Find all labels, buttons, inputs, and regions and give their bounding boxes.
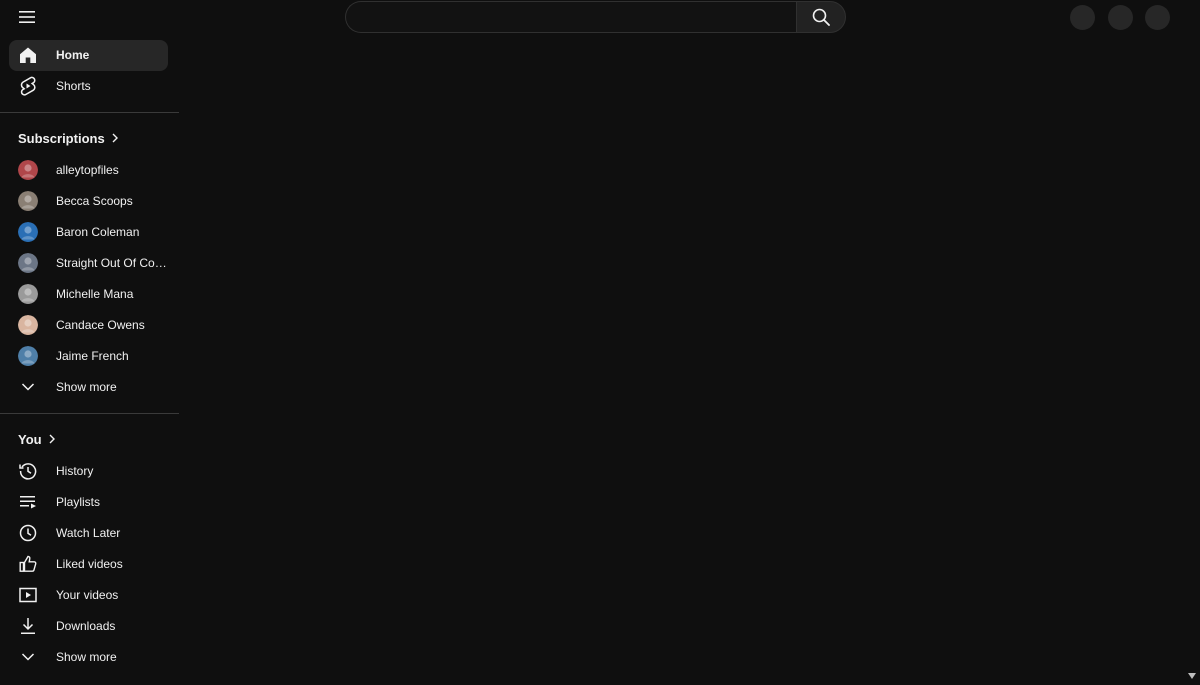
channel-avatar [18, 253, 38, 273]
sidebar-item-label: Becca Scoops [56, 186, 168, 217]
sidebar-item-label: Straight Out Of Con... [56, 248, 168, 279]
sidebar-item-home[interactable]: Home [9, 40, 168, 71]
search-button[interactable] [796, 1, 846, 33]
shorts-icon [18, 76, 38, 96]
channel-avatar [18, 160, 38, 180]
subscriptions-show-more[interactable]: Show more [9, 372, 168, 403]
sidebar-subscription-item[interactable]: Jaime French [9, 341, 168, 372]
search-input[interactable] [345, 1, 796, 33]
create-button[interactable] [1070, 5, 1095, 30]
sidebar-item-label: Shorts [56, 71, 168, 102]
chevron-right-icon [48, 434, 56, 444]
sidebar-item-playlists[interactable]: Playlists [9, 487, 168, 518]
like-icon [18, 554, 38, 574]
scroll-down-arrow[interactable] [1187, 667, 1197, 675]
chevron-down-icon [18, 377, 38, 397]
show-more-label: Show more [56, 642, 168, 673]
sidebar-item-label: Watch Later [56, 518, 168, 549]
sidebar-divider [0, 112, 179, 113]
sidebar-item-label: Your videos [56, 580, 168, 611]
hamburger-icon [19, 11, 35, 23]
download-icon [18, 616, 38, 636]
sidebar-subscription-item[interactable]: Candace Owens [9, 310, 168, 341]
sidebar-item-label: Downloads [56, 611, 168, 642]
sidebar-item-your-videos[interactable]: Your videos [9, 580, 168, 611]
playlists-icon [18, 492, 38, 512]
watch-later-icon [18, 523, 38, 543]
you-show-more[interactable]: Show more [9, 642, 168, 673]
sidebar-subscription-item[interactable]: Becca Scoops [9, 186, 168, 217]
sidebar-item-watch-later[interactable]: Watch Later [9, 518, 168, 549]
subscriptions-list: alleytopfilesBecca ScoopsBaron ColemanSt… [0, 155, 179, 372]
history-icon [18, 461, 38, 481]
sidebar-item-downloads[interactable]: Downloads [9, 611, 168, 642]
search-bar [345, 1, 846, 33]
sidebar-item-label: Playlists [56, 487, 168, 518]
section-title: You [18, 432, 42, 447]
sidebar-subscription-item[interactable]: Straight Out Of Con... [9, 248, 168, 279]
subscriptions-header[interactable]: Subscriptions [18, 123, 179, 153]
channel-avatar [18, 346, 38, 366]
channel-avatar [18, 191, 38, 211]
home-icon [18, 45, 38, 65]
sidebar-item-label: Candace Owens [56, 310, 168, 341]
chevron-right-icon [111, 133, 119, 143]
channel-avatar [18, 315, 38, 335]
search-icon [812, 8, 830, 26]
sidebar-item-label: alleytopfiles [56, 155, 168, 186]
sidebar-divider [0, 413, 179, 414]
sidebar-item-history[interactable]: History [9, 456, 168, 487]
sidebar-item-label: Home [56, 40, 168, 71]
sidebar-item-shorts[interactable]: Shorts [9, 71, 168, 102]
channel-avatar [18, 222, 38, 242]
top-bar [0, 0, 1200, 34]
section-title: Subscriptions [18, 131, 105, 146]
sidebar-item-liked-videos[interactable]: Liked videos [9, 549, 168, 580]
chevron-down-icon [18, 647, 38, 667]
sidebar-subscription-item[interactable]: Michelle Mana [9, 279, 168, 310]
channel-avatar [18, 284, 38, 304]
you-header[interactable]: You [18, 424, 179, 454]
sidebar-item-label: Michelle Mana [56, 279, 168, 310]
sidebar-item-label: Jaime French [56, 341, 168, 372]
sidebar: Home Shorts Subscriptions alleytopfilesB… [0, 40, 179, 677]
menu-button[interactable] [12, 4, 42, 30]
your-videos-icon [18, 585, 38, 605]
sidebar-subscription-item[interactable]: Baron Coleman [9, 217, 168, 248]
sidebar-item-label: Baron Coleman [56, 217, 168, 248]
sidebar-subscription-item[interactable]: alleytopfiles [9, 155, 168, 186]
account-avatar[interactable] [1145, 5, 1170, 30]
notifications-button[interactable] [1108, 5, 1133, 30]
show-more-label: Show more [56, 372, 168, 403]
sidebar-item-label: History [56, 456, 168, 487]
sidebar-item-label: Liked videos [56, 549, 168, 580]
